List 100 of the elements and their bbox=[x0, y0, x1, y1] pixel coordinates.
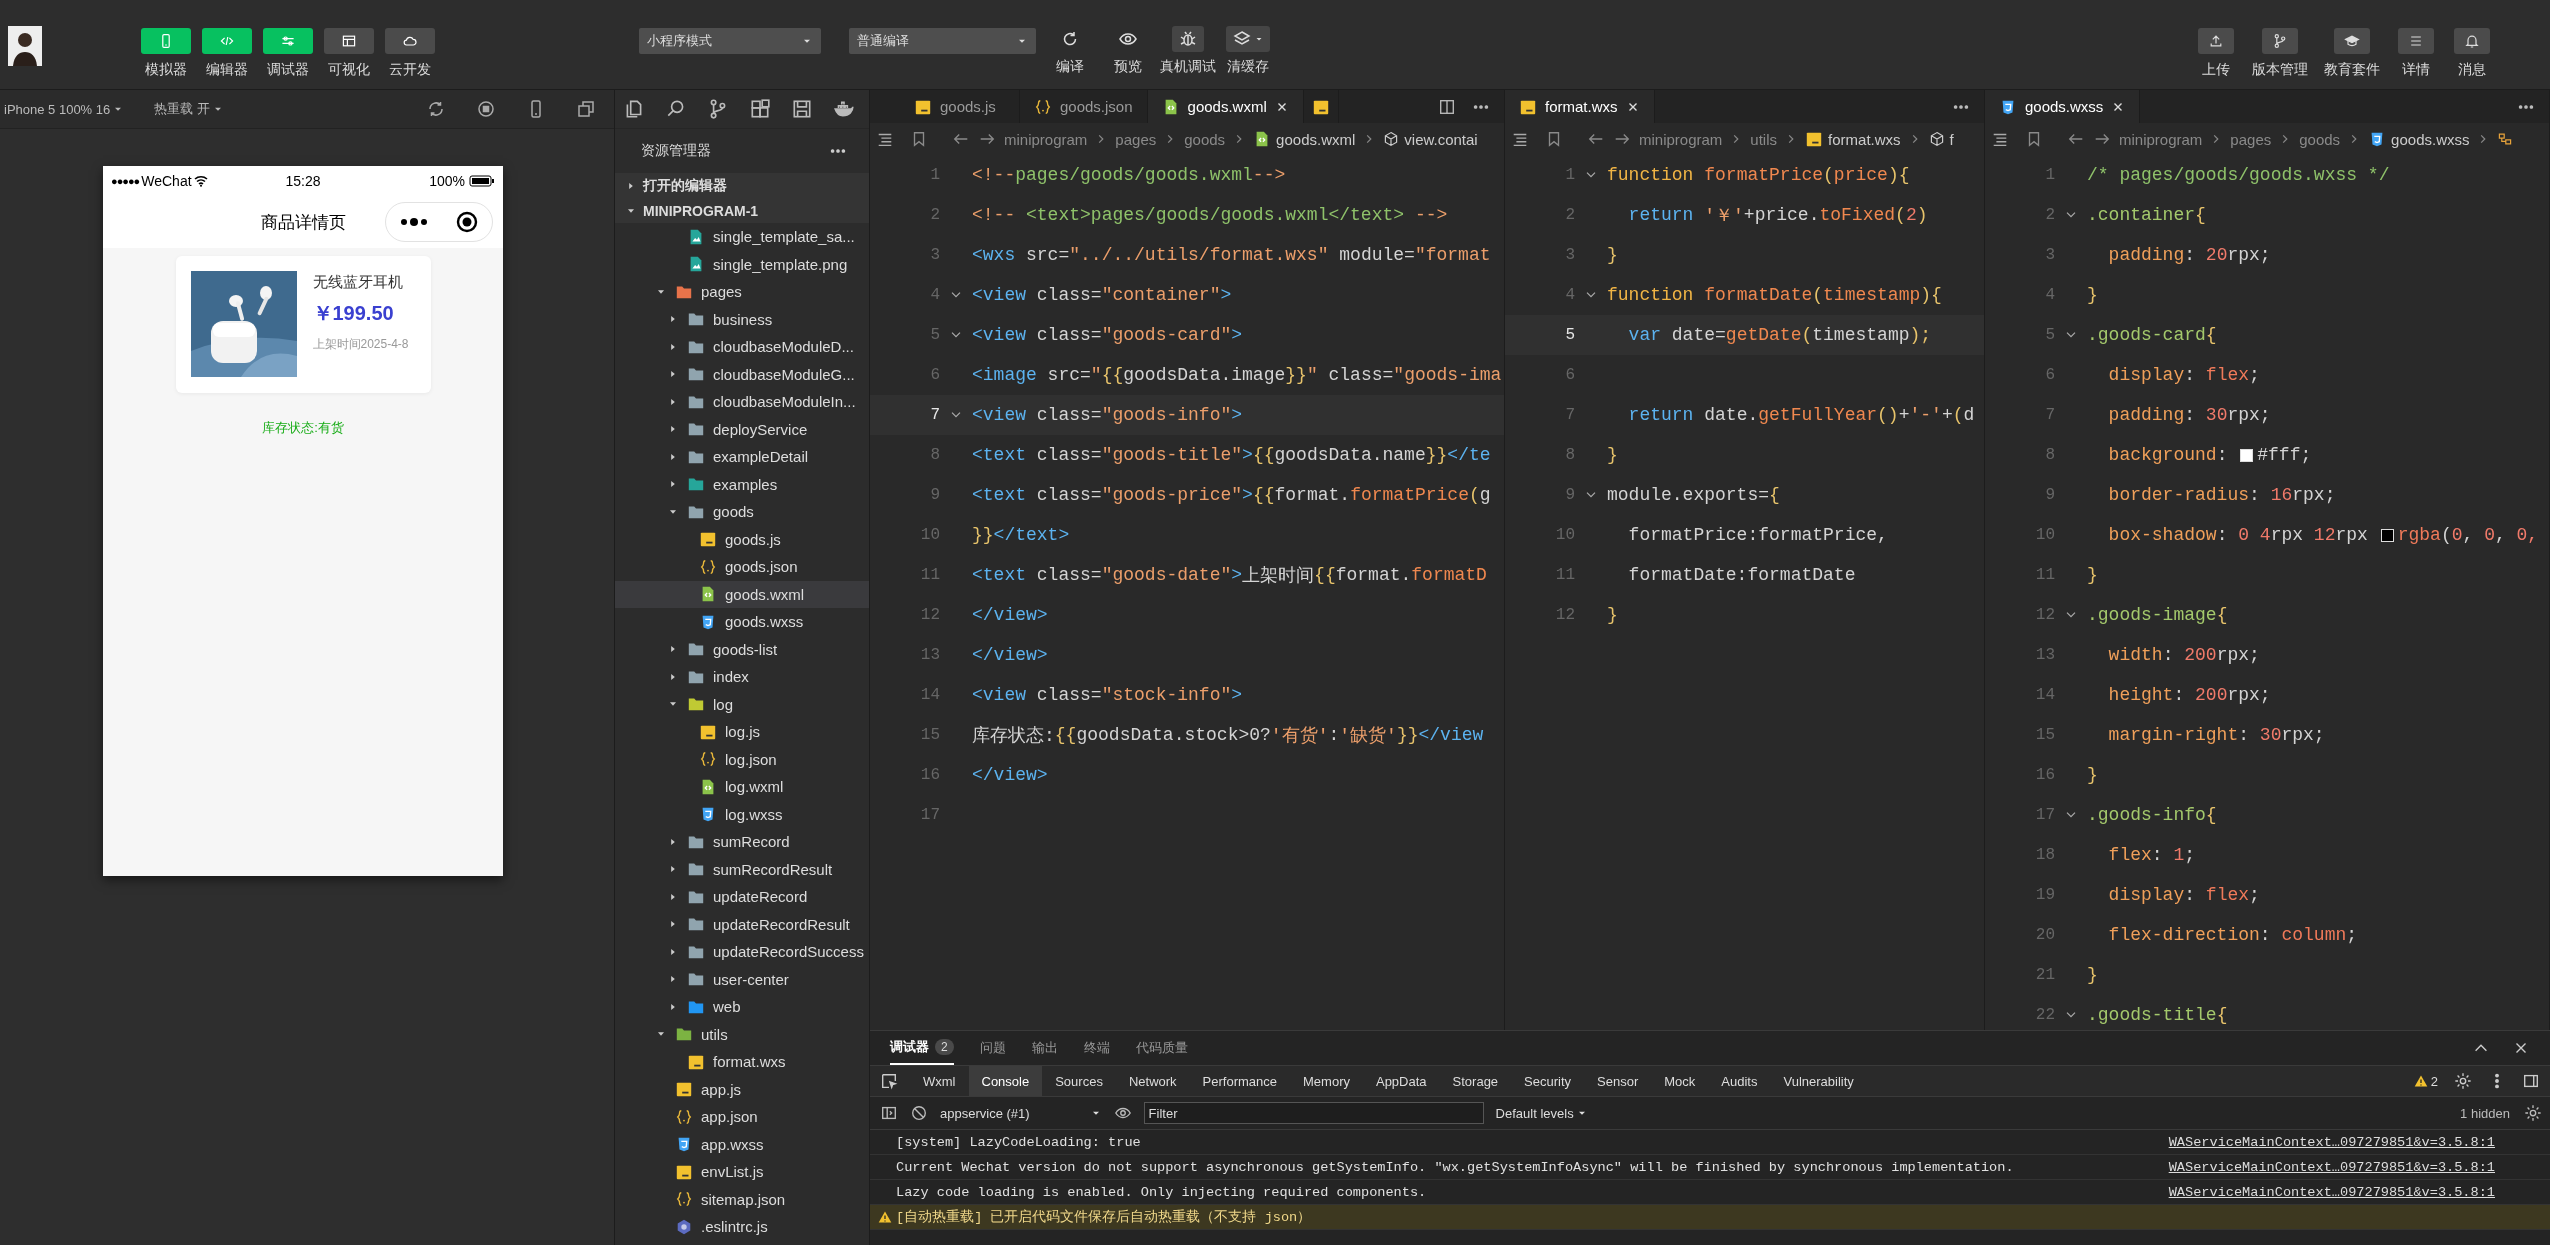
folder-item[interactable]: updateRecordResult bbox=[615, 910, 869, 938]
editor-tab[interactable]: format.wxs bbox=[1505, 90, 1655, 123]
breadcrumb-item[interactable]: miniprogram bbox=[2119, 130, 2203, 148]
folder-item[interactable]: goods-list bbox=[615, 635, 869, 663]
toolbar-button[interactable]: 编辑器 bbox=[201, 28, 253, 79]
panel-tab[interactable]: 输出 bbox=[1031, 1031, 1058, 1065]
devtools-tab[interactable]: Security bbox=[1511, 1066, 1585, 1096]
avatar[interactable] bbox=[8, 26, 42, 66]
source-link[interactable]: WAServiceMainContext…097279851&v=3.5.8:1 bbox=[2168, 1134, 2495, 1150]
windows-icon[interactable] bbox=[576, 99, 596, 119]
toolbar-button[interactable]: 真机调试 bbox=[1160, 26, 1216, 76]
file-item[interactable]: goods.wxml bbox=[615, 580, 869, 608]
folder-item[interactable]: log bbox=[615, 690, 869, 718]
folder-item[interactable]: examples bbox=[615, 470, 869, 498]
folder-item[interactable]: cloudbaseModuleD... bbox=[615, 333, 869, 361]
devtools-tab[interactable]: Sensor bbox=[1584, 1066, 1652, 1096]
toolbar-button[interactable]: 消息 bbox=[2452, 28, 2492, 79]
file-item[interactable]: format.wxs bbox=[615, 1048, 869, 1076]
toolbar-button[interactable]: 模拟器 bbox=[140, 28, 192, 79]
breadcrumb-item[interactable]: miniprogram bbox=[1639, 130, 1723, 148]
file-item[interactable]: goods.js bbox=[615, 525, 869, 553]
folder-item[interactable]: business bbox=[615, 305, 869, 333]
toolbar-button[interactable]: 详情 bbox=[2396, 28, 2436, 79]
file-item[interactable]: .eslintrc.js bbox=[615, 1213, 869, 1241]
toolbar-button[interactable]: 编译 bbox=[1044, 26, 1096, 76]
panel-tab[interactable]: 问题 bbox=[979, 1031, 1006, 1065]
breadcrumb-item[interactable]: view.contai bbox=[1383, 130, 1478, 148]
toolbar-button[interactable]: 预览 bbox=[1102, 26, 1154, 76]
file-item[interactable]: log.js bbox=[615, 718, 869, 746]
more-icon[interactable] bbox=[400, 217, 428, 227]
levels-dropdown[interactable]: Default levels bbox=[1495, 1105, 1588, 1121]
breadcrumb-item[interactable]: f bbox=[1928, 130, 1954, 148]
breadcrumb-item[interactable]: utils bbox=[1750, 130, 1778, 148]
file-item[interactable]: sitemap.json bbox=[615, 1185, 869, 1213]
dock-icon[interactable] bbox=[2522, 1072, 2540, 1090]
folder-item[interactable]: pages bbox=[615, 278, 869, 306]
file-item[interactable]: goods.wxss bbox=[615, 608, 869, 636]
toolbar-button[interactable]: 版本管理 bbox=[2252, 28, 2308, 79]
breadcrumb-item[interactable]: goods.wxss bbox=[2368, 130, 2470, 148]
file-item[interactable]: single_template.png bbox=[615, 250, 869, 278]
warning-count[interactable]: 2 bbox=[2413, 1073, 2438, 1089]
filter-field[interactable]: Filter bbox=[1143, 1102, 1484, 1124]
save-icon[interactable] bbox=[791, 98, 813, 120]
context-dropdown[interactable]: appservice (#1) bbox=[940, 1105, 1102, 1121]
folder-item[interactable]: user-center bbox=[615, 965, 869, 993]
toolbar-button[interactable]: 可视化 bbox=[323, 28, 375, 79]
split-icon[interactable] bbox=[1438, 97, 1456, 116]
breadcrumb-item[interactable]: pages bbox=[2230, 130, 2272, 148]
file-item[interactable]: app.js bbox=[615, 1075, 869, 1103]
panel-tab[interactable]: 代码质量 bbox=[1135, 1031, 1188, 1065]
compile-dropdown[interactable]: 普通编译 bbox=[849, 28, 1036, 54]
file-item[interactable]: log.wxml bbox=[615, 773, 869, 801]
editor-tab[interactable]: goods.wxml bbox=[1147, 90, 1304, 123]
devtools-tab[interactable]: Network bbox=[1115, 1066, 1190, 1096]
devtools-tab[interactable]: Memory bbox=[1290, 1066, 1363, 1096]
file-item[interactable]: app.json bbox=[615, 1103, 869, 1131]
toolbar-button[interactable]: 调试器 bbox=[262, 28, 314, 79]
breadcrumb-item[interactable]: miniprogram bbox=[1004, 130, 1088, 148]
file-item[interactable]: single_template_sa... bbox=[615, 223, 869, 251]
toolbar-button[interactable]: 上传 bbox=[2196, 28, 2236, 79]
folder-item[interactable]: goods bbox=[615, 498, 869, 526]
gear-icon[interactable] bbox=[2454, 1072, 2472, 1090]
folder-item[interactable]: web bbox=[615, 993, 869, 1021]
file-item[interactable]: goods.json bbox=[615, 553, 869, 581]
file-item[interactable]: envList.js bbox=[615, 1158, 869, 1186]
toolbar-button[interactable]: 云开发 bbox=[384, 28, 436, 79]
devtools-tab[interactable]: Sources bbox=[1042, 1066, 1116, 1096]
devtools-tab[interactable]: Audits bbox=[1708, 1066, 1771, 1096]
section-header[interactable]: 打开的编辑器 bbox=[615, 173, 869, 198]
folder-item[interactable]: cloudbaseModuleIn... bbox=[615, 388, 869, 416]
breadcrumb-item[interactable] bbox=[2497, 131, 2514, 147]
toolbar-button[interactable]: 教育套件 bbox=[2324, 28, 2380, 79]
devtools-tab[interactable]: Console bbox=[968, 1066, 1043, 1096]
devtools-tab[interactable]: Vulnerability bbox=[1770, 1066, 1867, 1096]
folder-item[interactable]: cloudbaseModuleG... bbox=[615, 360, 869, 388]
folder-item[interactable]: index bbox=[615, 663, 869, 691]
devtools-tab[interactable]: Performance bbox=[1189, 1066, 1290, 1096]
devtools-tab[interactable]: Mock bbox=[1651, 1066, 1709, 1096]
folder-item[interactable]: updateRecord bbox=[615, 883, 869, 911]
breadcrumb-item[interactable]: goods bbox=[2299, 130, 2341, 148]
gear-icon[interactable] bbox=[2524, 1104, 2542, 1122]
editor-tab[interactable]: goods.wxss bbox=[1985, 90, 2141, 123]
folder-item[interactable]: utils bbox=[615, 1020, 869, 1048]
breadcrumb-item[interactable]: goods.wxml bbox=[1253, 130, 1356, 148]
device-dropdown[interactable]: iPhone 5 100% 16 bbox=[4, 101, 154, 117]
file-item[interactable]: log.json bbox=[615, 745, 869, 773]
breadcrumb-item[interactable]: format.wxs bbox=[1805, 130, 1901, 148]
breadcrumb-item[interactable]: pages bbox=[1115, 130, 1157, 148]
folder-item[interactable]: deployService bbox=[615, 415, 869, 443]
source-link[interactable]: WAServiceMainContext…097279851&v=3.5.8:1 bbox=[2168, 1159, 2495, 1175]
target-icon[interactable] bbox=[456, 211, 478, 233]
file-item[interactable]: log.wxss bbox=[615, 800, 869, 828]
source-link[interactable]: WAServiceMainContext…097279851&v=3.5.8:1 bbox=[2168, 1184, 2495, 1200]
inspect-icon[interactable] bbox=[880, 1072, 898, 1090]
block-icon[interactable] bbox=[910, 1104, 928, 1122]
extensions-icon[interactable] bbox=[749, 98, 771, 120]
mode-dropdown[interactable]: 小程序模式 bbox=[639, 28, 821, 54]
file-item[interactable]: app.wxss bbox=[615, 1130, 869, 1158]
capsule-button[interactable] bbox=[385, 202, 493, 242]
folder-item[interactable]: sumRecord bbox=[615, 828, 869, 856]
